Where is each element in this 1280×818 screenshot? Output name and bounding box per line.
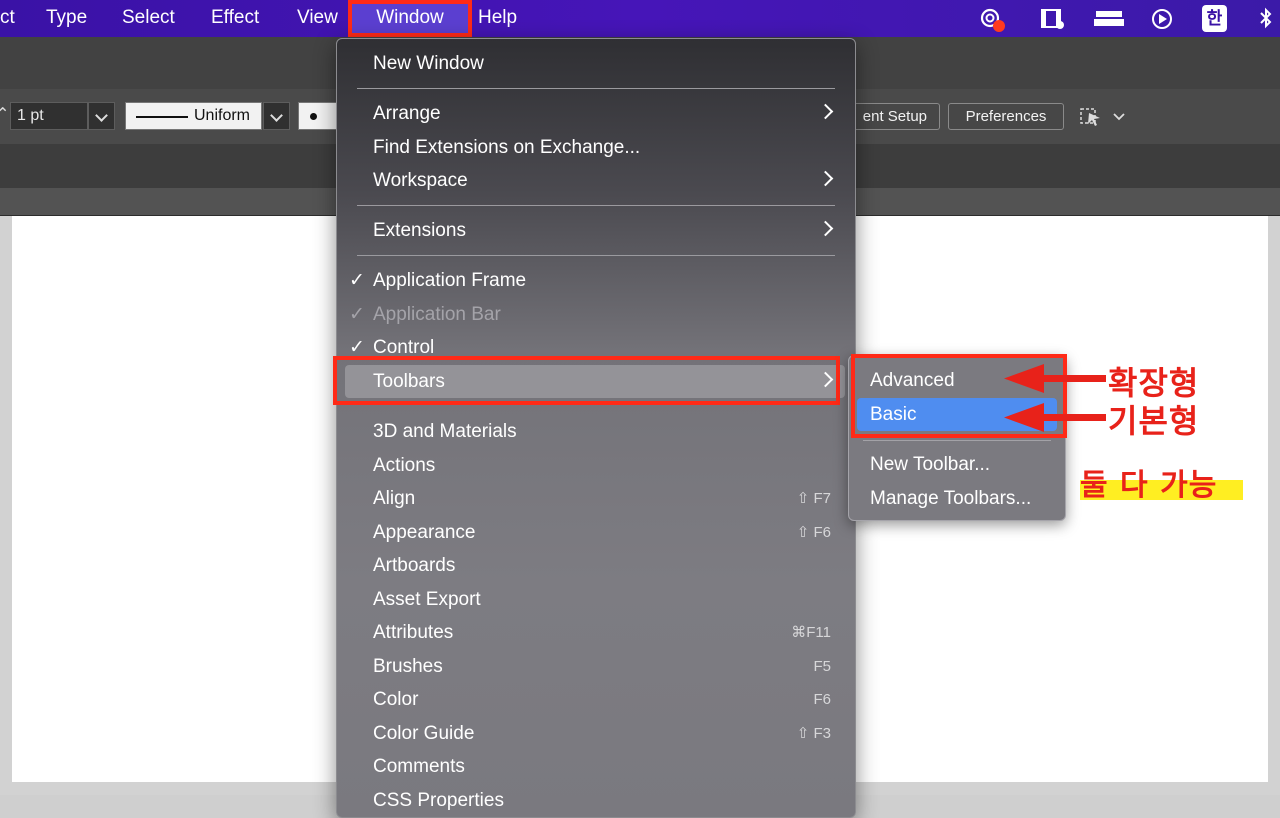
menu-item-asset-export[interactable]: Asset Export — [337, 583, 855, 616]
window-menu-highlight-box — [348, 0, 472, 37]
menu-item-artboards[interactable]: Artboards — [337, 549, 855, 582]
menu-separator — [357, 255, 835, 256]
toolbars-highlight-box — [333, 356, 840, 405]
stroke-weight-dropdown[interactable] — [88, 102, 115, 130]
creative-cloud-icon[interactable] — [976, 5, 1008, 32]
annotation-basic: 기본형 — [1108, 402, 1200, 440]
menu-item-label: Align — [373, 488, 416, 509]
menu-item-label: Arrange — [373, 103, 441, 124]
input-method-icon[interactable]: 한 — [1202, 5, 1227, 32]
arrow-to-basic — [1004, 403, 1106, 432]
menu-item-label: Brushes — [373, 656, 443, 677]
menu-item-shortcut: ⇧ F7 — [796, 490, 831, 507]
chevron-right-icon — [817, 220, 834, 237]
menu-item-arrange[interactable]: Arrange — [337, 97, 855, 130]
play-icon[interactable] — [1150, 5, 1174, 32]
stroke-spinner-icon[interactable]: ⌃ — [0, 102, 9, 130]
arrange-documents-icon[interactable] — [1078, 104, 1128, 130]
menu-item-label: Comments — [373, 756, 465, 777]
submenu-item-label: Manage Toolbars... — [870, 488, 1032, 509]
menu-item-color[interactable]: Color F6 — [337, 683, 855, 716]
checkmark-icon: ✓ — [349, 304, 365, 325]
menu-separator — [357, 205, 835, 206]
menu-item-shortcut: ⇧ F6 — [796, 524, 831, 541]
stroke-profile-dropdown[interactable] — [263, 102, 290, 130]
menu-item-label: 3D and Materials — [373, 421, 517, 442]
menu-item-shortcut: ⇧ F3 — [796, 725, 831, 742]
brush-dot-icon — [310, 113, 317, 120]
film-icon[interactable] — [1038, 5, 1066, 32]
menu-item-label: CSS Properties — [373, 790, 504, 811]
stroke-line-preview — [136, 116, 188, 118]
menu-effect-partial[interactable]: ct — [0, 0, 15, 37]
menu-item-3d-materials[interactable]: 3D and Materials — [337, 415, 855, 448]
stroke-profile-select[interactable]: Uniform — [125, 102, 262, 130]
menu-item-shortcut: F6 — [813, 691, 831, 708]
chevron-right-icon — [817, 170, 834, 187]
menu-item-application-bar: ✓ Application Bar — [337, 298, 855, 331]
brush-definition-select[interactable] — [298, 102, 338, 130]
menu-item-application-frame[interactable]: ✓ Application Frame — [337, 264, 855, 297]
menu-item-shortcut: ⌘F11 — [791, 624, 831, 641]
menu-item-css-properties[interactable]: CSS Properties — [337, 784, 855, 817]
menu-item-align[interactable]: Align ⇧ F7 — [337, 482, 855, 515]
arrow-to-advanced — [1004, 364, 1106, 393]
menu-item-label: Actions — [373, 455, 436, 476]
menu-effect[interactable]: Effect — [211, 0, 259, 37]
stroke-weight-input[interactable]: 1 pt — [10, 102, 88, 130]
menu-item-appearance[interactable]: Appearance ⇧ F6 — [337, 516, 855, 549]
menu-item-workspace[interactable]: Workspace — [337, 164, 855, 197]
menu-bar: ct Type Select Effect View Window Help 한 — [0, 0, 1280, 37]
chevron-down-icon — [270, 109, 283, 122]
annotation-arrows — [1004, 364, 1106, 432]
menu-type[interactable]: Type — [46, 0, 87, 37]
menu-item-label: Workspace — [373, 170, 468, 191]
chevron-down-icon — [95, 109, 108, 122]
menu-item-comments[interactable]: Comments — [337, 750, 855, 783]
menu-item-label: Extensions — [373, 220, 466, 241]
menu-item-label: Color Guide — [373, 723, 475, 744]
bluetooth-icon[interactable] — [1256, 5, 1276, 32]
window-menu-dropdown: New Window Arrange Find Extensions on Ex… — [336, 38, 856, 818]
submenu-item-manage-toolbars[interactable]: Manage Toolbars... — [849, 482, 1065, 515]
menu-separator — [357, 88, 835, 89]
menu-item-actions[interactable]: Actions — [337, 449, 855, 482]
checkmark-icon: ✓ — [349, 270, 365, 291]
chevron-right-icon — [817, 103, 834, 120]
menu-item-extensions[interactable]: Extensions — [337, 214, 855, 247]
menu-item-shortcut: F5 — [813, 658, 831, 675]
stroke-profile-label: Uniform — [194, 107, 251, 124]
menu-item-label: Artboards — [373, 555, 456, 576]
menu-item-label: Appearance — [373, 522, 476, 543]
menu-item-new-window[interactable]: New Window — [337, 47, 855, 80]
submenu-item-new-toolbar[interactable]: New Toolbar... — [849, 448, 1065, 481]
annotation-both-possible: 둘 다 가능 — [1080, 468, 1218, 503]
menu-item-find-extensions[interactable]: Find Extensions on Exchange... — [337, 131, 855, 164]
menu-item-label: Application Frame — [373, 270, 527, 291]
menu-item-label: New Window — [373, 53, 484, 74]
menu-item-label: Color — [373, 689, 419, 710]
menu-item-label: Application Bar — [373, 304, 501, 325]
submenu-separator — [863, 440, 1051, 441]
preferences-button[interactable]: Preferences — [948, 103, 1064, 130]
menu-select[interactable]: Select — [122, 0, 175, 37]
menu-item-label: Asset Export — [373, 589, 481, 610]
storage-icon[interactable] — [1092, 5, 1126, 32]
menu-item-brushes[interactable]: Brushes F5 — [337, 650, 855, 683]
menu-item-label: Attributes — [373, 622, 454, 643]
menu-view[interactable]: View — [297, 0, 338, 37]
menu-item-attributes[interactable]: Attributes ⌘F11 — [337, 616, 855, 649]
menu-item-color-guide[interactable]: Color Guide ⇧ F3 — [337, 717, 855, 750]
menu-help[interactable]: Help — [478, 0, 517, 37]
submenu-item-label: New Toolbar... — [870, 454, 991, 475]
menu-item-label: Find Extensions on Exchange... — [373, 137, 641, 158]
